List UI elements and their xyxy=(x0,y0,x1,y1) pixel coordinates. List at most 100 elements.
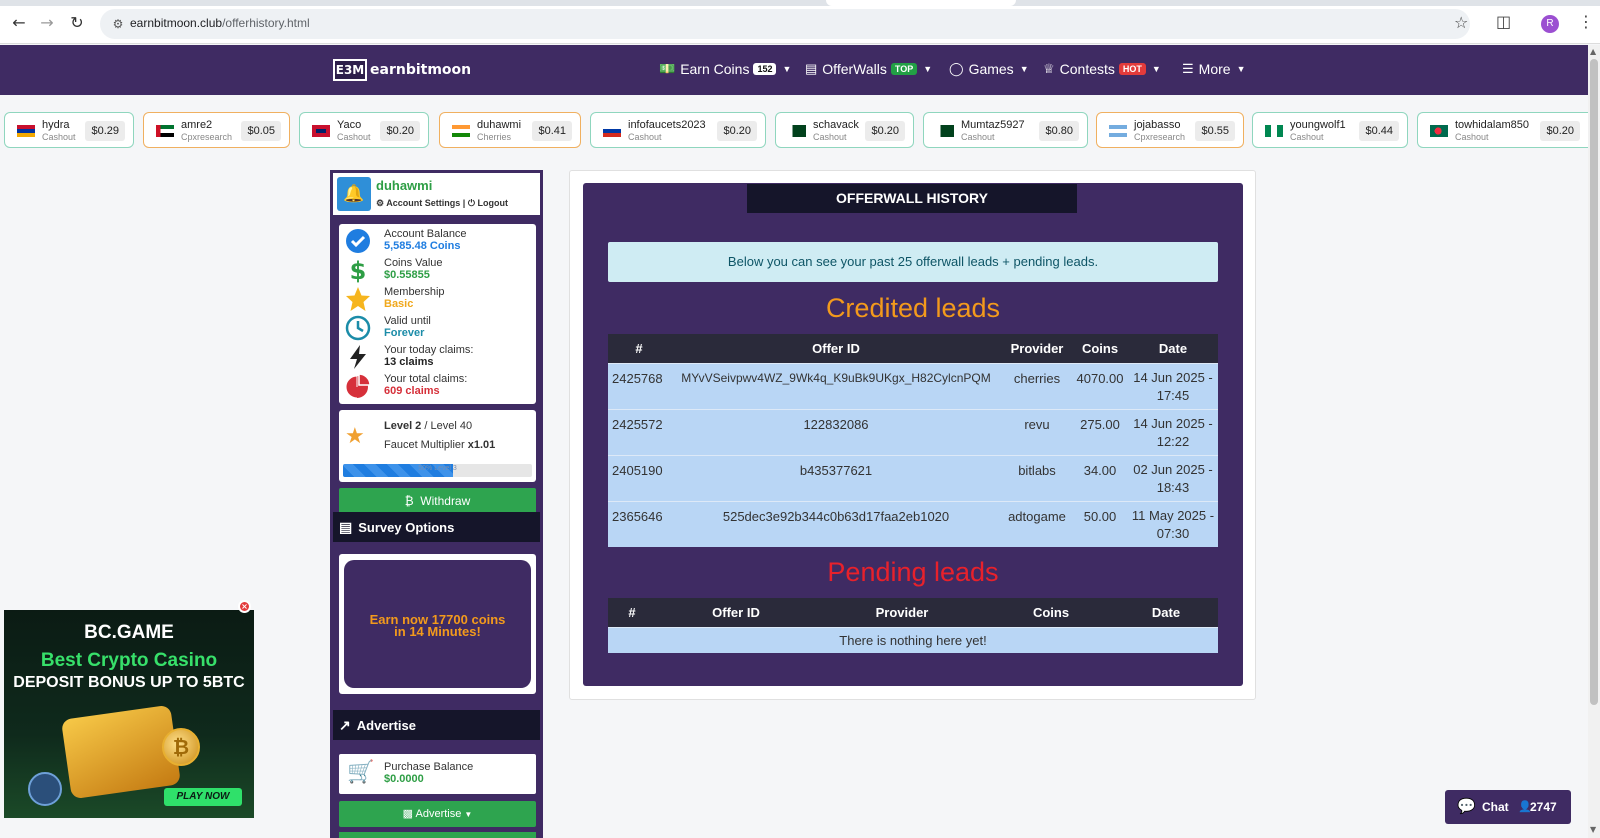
coins: 34.00 xyxy=(1072,454,1128,501)
flag-icon xyxy=(452,125,470,137)
column-header: Coins xyxy=(988,598,1114,627)
level-box: ★ Level 2 / Level 40 Faucet Multiplier x… xyxy=(339,410,536,482)
nav-more[interactable]: ☰ More ▼ xyxy=(1182,61,1245,77)
date-time: 17:45 xyxy=(1156,387,1190,403)
level-progress-bar: 50% Level 3 xyxy=(343,464,532,477)
star-icon xyxy=(346,287,370,311)
stat-label: Your total claims: xyxy=(384,373,468,385)
column-header: Offer ID xyxy=(656,598,816,627)
check-circle-icon xyxy=(346,229,370,253)
ticker-user: Yaco xyxy=(337,119,362,131)
nav-earn-coins-label: Earn Coins xyxy=(680,61,750,77)
stat-value: Forever xyxy=(384,327,425,339)
site-info-icon[interactable]: ⚙ xyxy=(110,16,126,32)
ad-subheadline: DEPOSIT BONUS UP TO 5BTC xyxy=(13,674,245,691)
ticker-item: Mumtaz5927 Cashout $0.80 xyxy=(923,112,1088,148)
stat-total-claims: Your total claims: 609 claims xyxy=(339,371,536,400)
info-alert: Below you can see your past 25 offerwall… xyxy=(608,242,1218,282)
sidebar-button-partial[interactable] xyxy=(339,832,536,838)
provider: cherries xyxy=(1002,362,1072,409)
back-icon[interactable]: ← xyxy=(8,12,30,34)
survey-offer-button[interactable]: Earn now 17700 coins in 14 Minutes! xyxy=(344,560,531,688)
browser-toolbar: ← → ↻ ⚙ earnbitmoon.club/offerhistory.ht… xyxy=(0,0,1600,44)
table-row: 2425572 122832086 revu 275.00 14 Jun 202… xyxy=(608,408,1218,455)
nav-offerwalls[interactable]: ▤ OfferWalls TOP ▼ xyxy=(805,61,932,77)
credited-leads-heading: Credited leads xyxy=(825,293,1001,323)
provider: adtogame xyxy=(1002,500,1072,547)
column-header: # xyxy=(608,598,656,627)
scroll-down-icon[interactable]: ▼ xyxy=(1590,825,1596,834)
address-bar[interactable]: ⚙ earnbitmoon.club/offerhistory.html xyxy=(100,9,1470,39)
ticker-item: youngwolf1 Cashout $0.44 xyxy=(1252,112,1408,148)
logo-text: earnbitmoon xyxy=(370,62,472,78)
lead-id: 2425768 xyxy=(608,362,670,409)
ticker-item: hydra Cashout $0.29 xyxy=(4,112,134,148)
ticker-item: infofaucets2023 Cashout $0.20 xyxy=(590,112,766,148)
site-logo[interactable]: E3M earnbitmoon xyxy=(333,59,471,81)
stat-membership: Membership Basic xyxy=(339,284,536,313)
column-header: Coins xyxy=(1072,334,1128,363)
multiplier-text: Faucet Multiplier x1.01 xyxy=(384,439,495,451)
url-text[interactable]: earnbitmoon.club/offerhistory.html xyxy=(130,16,310,30)
ticker-source: Cashout xyxy=(628,132,662,142)
bookmark-star-icon[interactable]: ☆ xyxy=(1454,13,1468,32)
account-sidebar: 🔔 duhawmi ⚙ Account Settings | ⏻ Logout … xyxy=(330,170,543,838)
advertise-header: ↗ Advertise xyxy=(333,710,540,740)
page-scrollbar[interactable]: ▲ ▼ xyxy=(1588,45,1600,838)
withdraw-button[interactable]: ₿ Withdraw xyxy=(339,488,536,515)
menu-kebab-icon[interactable]: ⋮ xyxy=(1578,12,1594,31)
ad-headline: Best Crypto Casino xyxy=(40,650,218,671)
forward-icon[interactable]: → xyxy=(36,12,58,34)
logout-link[interactable]: Logout xyxy=(477,198,508,208)
flag-icon xyxy=(17,125,35,137)
casino-ad-banner[interactable]: BC.GAME Best Crypto Casino DEPOSIT BONUS… xyxy=(4,610,254,818)
scroll-up-icon[interactable]: ▲ xyxy=(1590,47,1596,56)
flag-icon xyxy=(603,125,621,137)
active-tab[interactable] xyxy=(826,0,1016,6)
chevron-down-icon: ▼ xyxy=(782,64,792,74)
date-day: 11 May 2025 - xyxy=(1131,507,1215,523)
profile-avatar[interactable]: R xyxy=(1541,15,1559,33)
chevron-down-icon: ▼ xyxy=(1019,64,1029,74)
flag-icon xyxy=(156,125,174,137)
separator: | xyxy=(462,198,466,208)
stat-label: Account Balance xyxy=(384,228,467,240)
medal-icon: ★ xyxy=(345,424,365,449)
ticker-item: duhawmi Cherries $0.41 xyxy=(439,112,581,148)
survey-options-title: Survey Options xyxy=(358,520,455,535)
chat-button[interactable]: 💬 Chat 👤 2747 xyxy=(1445,790,1571,824)
ad-icon: ▩ xyxy=(402,808,414,820)
chevron-down-icon: ▼ xyxy=(923,64,933,74)
ticker-user: Mumtaz5927 xyxy=(961,119,1025,131)
close-icon[interactable]: × xyxy=(238,600,251,613)
column-header: Date xyxy=(1128,334,1218,363)
stat-valid-until: Valid until Forever xyxy=(339,313,536,342)
earn-coins-badge: 152 xyxy=(753,63,777,75)
provider: bitlabs xyxy=(1002,454,1072,501)
extensions-icon[interactable]: ◫ xyxy=(1496,12,1511,31)
logo-mark: E3M xyxy=(333,59,367,81)
ad-play-now-button[interactable]: PLAY NOW xyxy=(164,788,242,806)
nav-contests[interactable]: ♕ Contests HOT ▼ xyxy=(1043,61,1161,77)
ticker-user: schavack xyxy=(813,119,859,131)
purchase-balance-value: $0.0000 xyxy=(384,773,424,785)
reload-icon[interactable]: ↻ xyxy=(66,12,88,34)
nav-contests-label: Contests xyxy=(1059,61,1115,77)
chevron-down-icon: ▼ xyxy=(1236,64,1246,74)
stat-today-claims: Your today claims: 13 claims xyxy=(339,342,536,371)
nav-games[interactable]: ◯ Games ▼ xyxy=(949,61,1029,77)
ticker-source: Cashout xyxy=(961,132,995,142)
ticker-source: Cpxresearch xyxy=(181,132,233,142)
nav-earn-coins[interactable]: 💵 Earn Coins 152 ▼ xyxy=(659,61,791,77)
advertise-dropdown-button[interactable]: ▩ Advertise ▼ xyxy=(339,801,536,827)
bell-icon[interactable]: 🔔 xyxy=(337,177,371,211)
scrollbar-thumb[interactable] xyxy=(1590,59,1598,705)
table-row: 2405190 b435377621 bitlabs 34.00 02 Jun … xyxy=(608,454,1218,501)
recent-activity-ticker: hydra Cashout $0.29 amre2 Cpxresearch $0… xyxy=(0,110,1588,150)
empty-message: There is nothing here yet! xyxy=(608,626,1218,653)
date-time: 12:22 xyxy=(1156,433,1190,449)
ticker-amount: $0.20 xyxy=(865,121,905,141)
account-settings-link[interactable]: Account Settings xyxy=(386,198,460,208)
coins: 275.00 xyxy=(1072,408,1128,455)
offer-id: 122832086 xyxy=(670,408,1002,455)
